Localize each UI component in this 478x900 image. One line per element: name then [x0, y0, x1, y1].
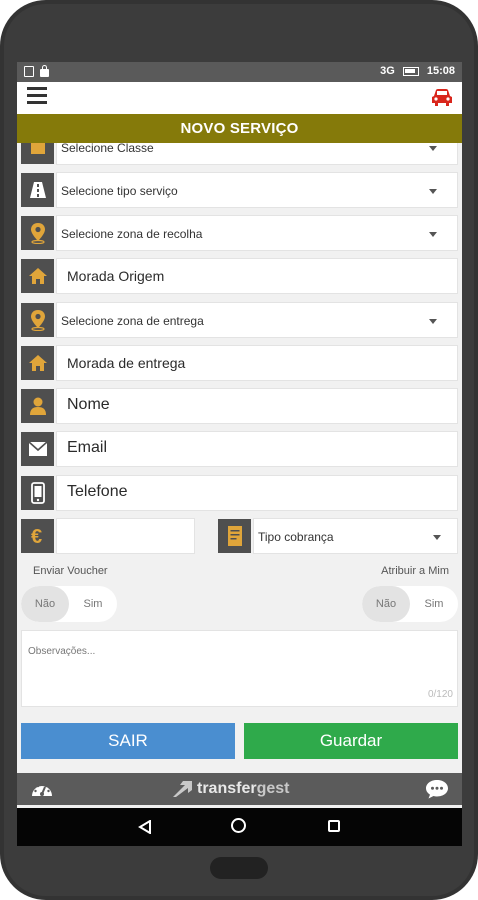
dashboard-gauge-icon[interactable] — [30, 779, 54, 799]
brand-name-part2: gest — [256, 780, 290, 797]
system-navigation-bar — [17, 808, 462, 846]
status-bar: 3G 15:08 — [17, 62, 462, 82]
zona-recolha-select[interactable]: Selecione zona de recolha — [21, 215, 458, 251]
observacoes-textarea[interactable]: Observações... 0/120 — [21, 630, 458, 707]
tipo-servico-select[interactable]: Selecione tipo serviço — [21, 172, 458, 208]
chat-bubble-icon[interactable] — [424, 778, 450, 800]
map-pin-icon — [21, 303, 54, 337]
chevron-down-icon — [429, 319, 437, 324]
atribuir-mim-toggle[interactable]: Não Sim — [362, 586, 458, 622]
enviar-voucher-toggle[interactable]: Não Sim — [21, 586, 117, 622]
back-icon[interactable] — [138, 820, 152, 834]
telefone-placeholder: Telefone — [67, 483, 128, 500]
enviar-voucher-nao[interactable]: Não — [21, 586, 69, 622]
tipo-cobranca-label: Tipo cobrança — [258, 530, 334, 544]
menu-icon[interactable] — [27, 87, 47, 105]
car-class-icon — [21, 143, 54, 164]
brand-name-part1: transfer — [197, 780, 257, 797]
nome-field[interactable]: Nome — [21, 388, 458, 424]
chevron-down-icon — [429, 189, 437, 194]
phone-speaker — [210, 857, 268, 879]
enviar-voucher-label: Enviar Voucher — [33, 565, 108, 577]
car-icon[interactable] — [430, 86, 454, 108]
svg-text:€: € — [31, 526, 42, 547]
network-indicator: 3G — [380, 65, 395, 77]
map-pin-icon — [21, 216, 54, 250]
euro-icon: € — [21, 519, 54, 553]
nome-placeholder: Nome — [67, 396, 110, 413]
zona-entrega-select[interactable]: Selecione zona de entrega — [21, 302, 458, 338]
atribuir-mim-nao[interactable]: Não — [362, 586, 410, 622]
morada-origem-field[interactable]: Morada Origem — [21, 258, 458, 294]
email-placeholder: Email — [67, 439, 108, 456]
mobile-phone-icon — [21, 476, 54, 510]
home-icon — [21, 346, 54, 380]
telefone-field[interactable]: Telefone — [21, 475, 458, 511]
atribuir-mim-label: Atribuir a Mim — [381, 565, 449, 577]
road-icon — [21, 173, 54, 207]
envelope-icon — [21, 432, 54, 466]
app-bar — [17, 82, 462, 114]
zona-recolha-label: Selecione zona de recolha — [61, 227, 203, 241]
chevron-down-icon — [433, 535, 441, 540]
battery-icon — [402, 66, 419, 76]
lock-icon — [40, 65, 49, 77]
image-notification-icon — [24, 66, 34, 77]
classe-select-label: Selecione Classe — [61, 143, 154, 155]
document-icon — [218, 519, 251, 553]
character-counter: 0/120 — [427, 689, 453, 700]
tipo-cobranca-select[interactable]: Tipo cobrança — [218, 518, 458, 554]
app-screen: 3G 15:08 NOVO SERVIÇO Selecione Classe S… — [17, 62, 462, 846]
chevron-down-icon — [429, 232, 437, 237]
sair-button[interactable]: SAIR — [21, 723, 235, 759]
logo-arrow-icon — [173, 781, 192, 797]
classe-select[interactable]: Selecione Classe — [21, 143, 458, 165]
email-field[interactable]: Email — [21, 431, 458, 467]
service-form: Selecione Classe Selecione tipo serviço — [17, 143, 462, 768]
valor-field[interactable]: € — [21, 518, 195, 554]
atribuir-mim-sim[interactable]: Sim — [410, 586, 458, 622]
morada-entrega-field[interactable]: Morada de entrega — [21, 345, 458, 381]
zona-entrega-label: Selecione zona de entrega — [61, 314, 204, 328]
observacoes-placeholder: Observações... — [28, 646, 96, 657]
user-icon — [21, 389, 54, 423]
enviar-voucher-sim[interactable]: Sim — [69, 586, 117, 622]
phone-frame: 3G 15:08 NOVO SERVIÇO Selecione Classe S… — [0, 0, 478, 900]
guardar-button[interactable]: Guardar — [244, 723, 458, 759]
morada-entrega-placeholder: Morada de entrega — [67, 355, 186, 371]
home-icon — [21, 259, 54, 293]
chevron-down-icon — [429, 146, 437, 151]
page-title: NOVO SERVIÇO — [17, 114, 462, 143]
tipo-servico-label: Selecione tipo serviço — [61, 184, 178, 198]
app-footer: transfergest — [17, 773, 462, 805]
recent-apps-icon[interactable] — [328, 820, 340, 832]
clock: 15:08 — [426, 65, 455, 77]
morada-origem-placeholder: Morada Origem — [67, 268, 165, 284]
transfergest-logo: transfergest — [171, 780, 289, 798]
home-button-icon[interactable] — [231, 818, 246, 833]
